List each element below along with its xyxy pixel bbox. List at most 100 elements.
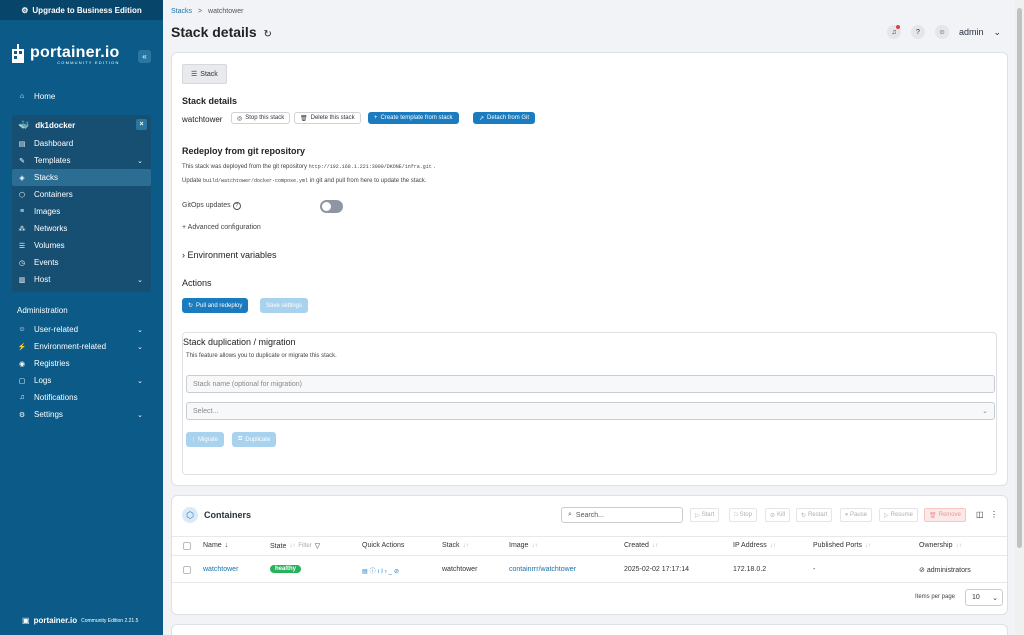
breadcrumb-stacks-link[interactable]: Stacks xyxy=(171,8,192,15)
col-label: Stack xyxy=(442,542,460,549)
containers-box-icon: ⬡ xyxy=(182,507,198,523)
user-menu-chevron-icon[interactable]: ⌄ xyxy=(993,27,1001,38)
sidebar-item-label: Home xyxy=(34,92,56,101)
col-created[interactable]: Created ↓↑ xyxy=(624,542,658,549)
sidebar-item-volumes[interactable]: ☰ Volumes xyxy=(12,237,151,254)
sidebar-item-home[interactable]: ⌂ Home xyxy=(0,88,163,105)
col-ports[interactable]: Published Ports ↓↑ xyxy=(813,542,871,549)
scrollbar-thumb[interactable] xyxy=(1017,8,1022,548)
sidebar-item-environment-related[interactable]: ⚡ Environment-related ⌄ xyxy=(0,338,163,355)
filter-icon[interactable]: ▽ xyxy=(315,542,320,550)
sort-icon: ↓↑ xyxy=(651,542,658,549)
create-template-button[interactable]: + Create template from stack xyxy=(368,112,459,124)
notifications-bell-icon[interactable]: ♫ xyxy=(886,25,901,39)
container-name-link[interactable]: watchtower xyxy=(203,566,238,573)
items-per-page-select[interactable]: 10 ⌄ xyxy=(965,589,1003,606)
refresh-icon: ↻ xyxy=(188,303,194,309)
columns-icon[interactable]: ◫ xyxy=(976,510,984,519)
upgrade-banner[interactable]: ⚙ Upgrade to Business Edition xyxy=(0,0,163,20)
user-avatar-icon: ☺ xyxy=(934,25,949,39)
container-image-link[interactable]: containrrr/watchtower xyxy=(509,566,576,573)
stats-icon[interactable]: ıl xyxy=(378,569,385,575)
dashboard-icon: ▤ xyxy=(18,140,26,148)
close-environment-icon[interactable]: × xyxy=(136,119,147,130)
pull-redeploy-button[interactable]: ↻ Pull and redeploy xyxy=(182,298,249,313)
sidebar-item-networks[interactable]: ⁂ Networks xyxy=(12,220,151,237)
sidebar-item-containers[interactable]: ⬡ Containers xyxy=(12,186,151,203)
main-content: Stacks > watchtower Stack details ↻ ♫ ? … xyxy=(163,0,1015,635)
sidebar-item-host[interactable]: ▥ Host ⌄ xyxy=(12,271,151,288)
search-placeholder: Search... xyxy=(575,511,604,519)
col-ownership[interactable]: Ownership ↓↑ xyxy=(919,542,961,549)
env-vars-toggle[interactable]: › Environment variables xyxy=(182,250,277,260)
col-state[interactable]: State ↓↑ Filter ▽ xyxy=(270,542,320,551)
sidebar-item-templates[interactable]: ✎ Templates ⌄ xyxy=(12,152,151,169)
sidebar-item-user-related[interactable]: ☺ User-related ⌄ xyxy=(0,321,163,338)
sidebar-item-settings[interactable]: ⚙ Settings ⌄ xyxy=(0,406,163,423)
refresh-icon[interactable]: ↻ xyxy=(264,29,272,40)
arrow-icon: ↑ xyxy=(192,436,195,443)
detach-git-button[interactable]: ↗ Detach from Git xyxy=(473,112,536,124)
sidebar-item-stacks[interactable]: ◈ Stacks xyxy=(12,169,151,186)
sidebar-item-dashboard[interactable]: ▤ Dashboard xyxy=(12,135,151,152)
gitops-toggle[interactable] xyxy=(320,200,343,213)
delete-stack-button[interactable]: 🗑 Delete this stack xyxy=(294,112,361,124)
help-icon[interactable]: ? xyxy=(910,25,925,39)
logs-icon[interactable]: ▤ xyxy=(362,569,370,575)
select-all-checkbox[interactable] xyxy=(183,542,191,550)
col-name[interactable]: Name ↓ xyxy=(203,542,228,549)
page-scrollbar[interactable] xyxy=(1015,0,1024,635)
col-image[interactable]: Image ↓↑ xyxy=(509,542,537,549)
restart-button[interactable]: ↻ Restart xyxy=(796,508,833,522)
container-ownership: ⊘ administrators xyxy=(919,566,971,574)
sidebar-item-images[interactable]: ≡ Images xyxy=(12,203,151,220)
env-vars-label: Environment variables xyxy=(187,250,277,260)
advanced-config-link[interactable]: + Advanced configuration xyxy=(182,224,261,231)
stop-button[interactable]: □ Stop xyxy=(729,508,757,522)
col-stack[interactable]: Stack ↓↑ xyxy=(442,542,469,549)
start-button[interactable]: ▷ Start xyxy=(690,508,720,522)
sidebar-item-label: Logs xyxy=(34,376,52,385)
container-search-input[interactable]: ⌕ Search... xyxy=(561,507,683,523)
sidebar-item-label: Containers xyxy=(34,190,73,199)
col-ip[interactable]: IP Address ↓↑ xyxy=(733,542,776,549)
chevron-down-icon: ⌄ xyxy=(137,343,143,351)
footer-logo-text: portainer.io xyxy=(33,616,78,625)
inspect-icon[interactable]: ⓘ xyxy=(370,569,378,575)
migrate-button[interactable]: ↑ Migrate xyxy=(186,432,225,447)
save-settings-button[interactable]: Save settings xyxy=(260,298,309,313)
console-icon[interactable]: ›_ xyxy=(385,569,394,575)
environment-select[interactable]: Select... ⌄ xyxy=(186,402,995,420)
sidebar-item-label: Images xyxy=(34,207,61,216)
compose-path: build/watchtower/docker-compose.yml xyxy=(203,178,309,184)
duplicate-button[interactable]: ⧉ Duplicate xyxy=(232,432,277,447)
help-circle-icon[interactable]: ? xyxy=(232,202,241,210)
tab-label: Stack xyxy=(200,70,218,78)
duplication-description: This feature allows you to duplicate or … xyxy=(186,353,337,359)
user-name[interactable]: admin xyxy=(959,27,984,37)
sidebar-item-events[interactable]: ◷ Events xyxy=(12,254,151,271)
logo[interactable]: portainer.io COMMUNITY EDITION « xyxy=(0,20,163,76)
gitops-text: GitOps updates xyxy=(182,202,231,209)
sidebar-item-registries[interactable]: ◉ Registries xyxy=(0,355,163,372)
remove-button[interactable]: 🗑 Remove xyxy=(924,508,966,522)
sidebar-item-logs[interactable]: ▢ Logs ⌄ xyxy=(0,372,163,389)
tab-stack[interactable]: ☰ Stack xyxy=(182,64,227,84)
attach-icon[interactable]: ⊘ xyxy=(394,569,401,575)
resume-button[interactable]: ▷ Resume xyxy=(879,508,918,522)
filter-label[interactable]: Filter xyxy=(298,543,311,549)
stop-stack-button[interactable]: ◎ Stop this stack xyxy=(231,112,291,124)
duplication-heading: Stack duplication / migration xyxy=(183,337,296,347)
home-icon: ⌂ xyxy=(19,93,25,100)
kill-button[interactable]: ⊘ Kill xyxy=(765,508,791,522)
row-checkbox[interactable] xyxy=(183,566,191,574)
more-menu-icon[interactable]: ⋮ xyxy=(990,510,998,519)
pause-button[interactable]: ⏸ Pause xyxy=(840,508,873,522)
items-per-page-value: 10 xyxy=(972,594,980,601)
stack-name-input[interactable]: Stack name (optional for migration) xyxy=(186,375,995,393)
sidebar-item-notifications[interactable]: ♫ Notifications xyxy=(0,389,163,406)
sidebar-item-label: Dashboard xyxy=(34,139,74,148)
environment-header[interactable]: 🐳 dk1docker × xyxy=(12,115,151,135)
collapse-sidebar-button[interactable]: « xyxy=(138,50,151,63)
button-label: Create template from stack xyxy=(380,115,453,121)
